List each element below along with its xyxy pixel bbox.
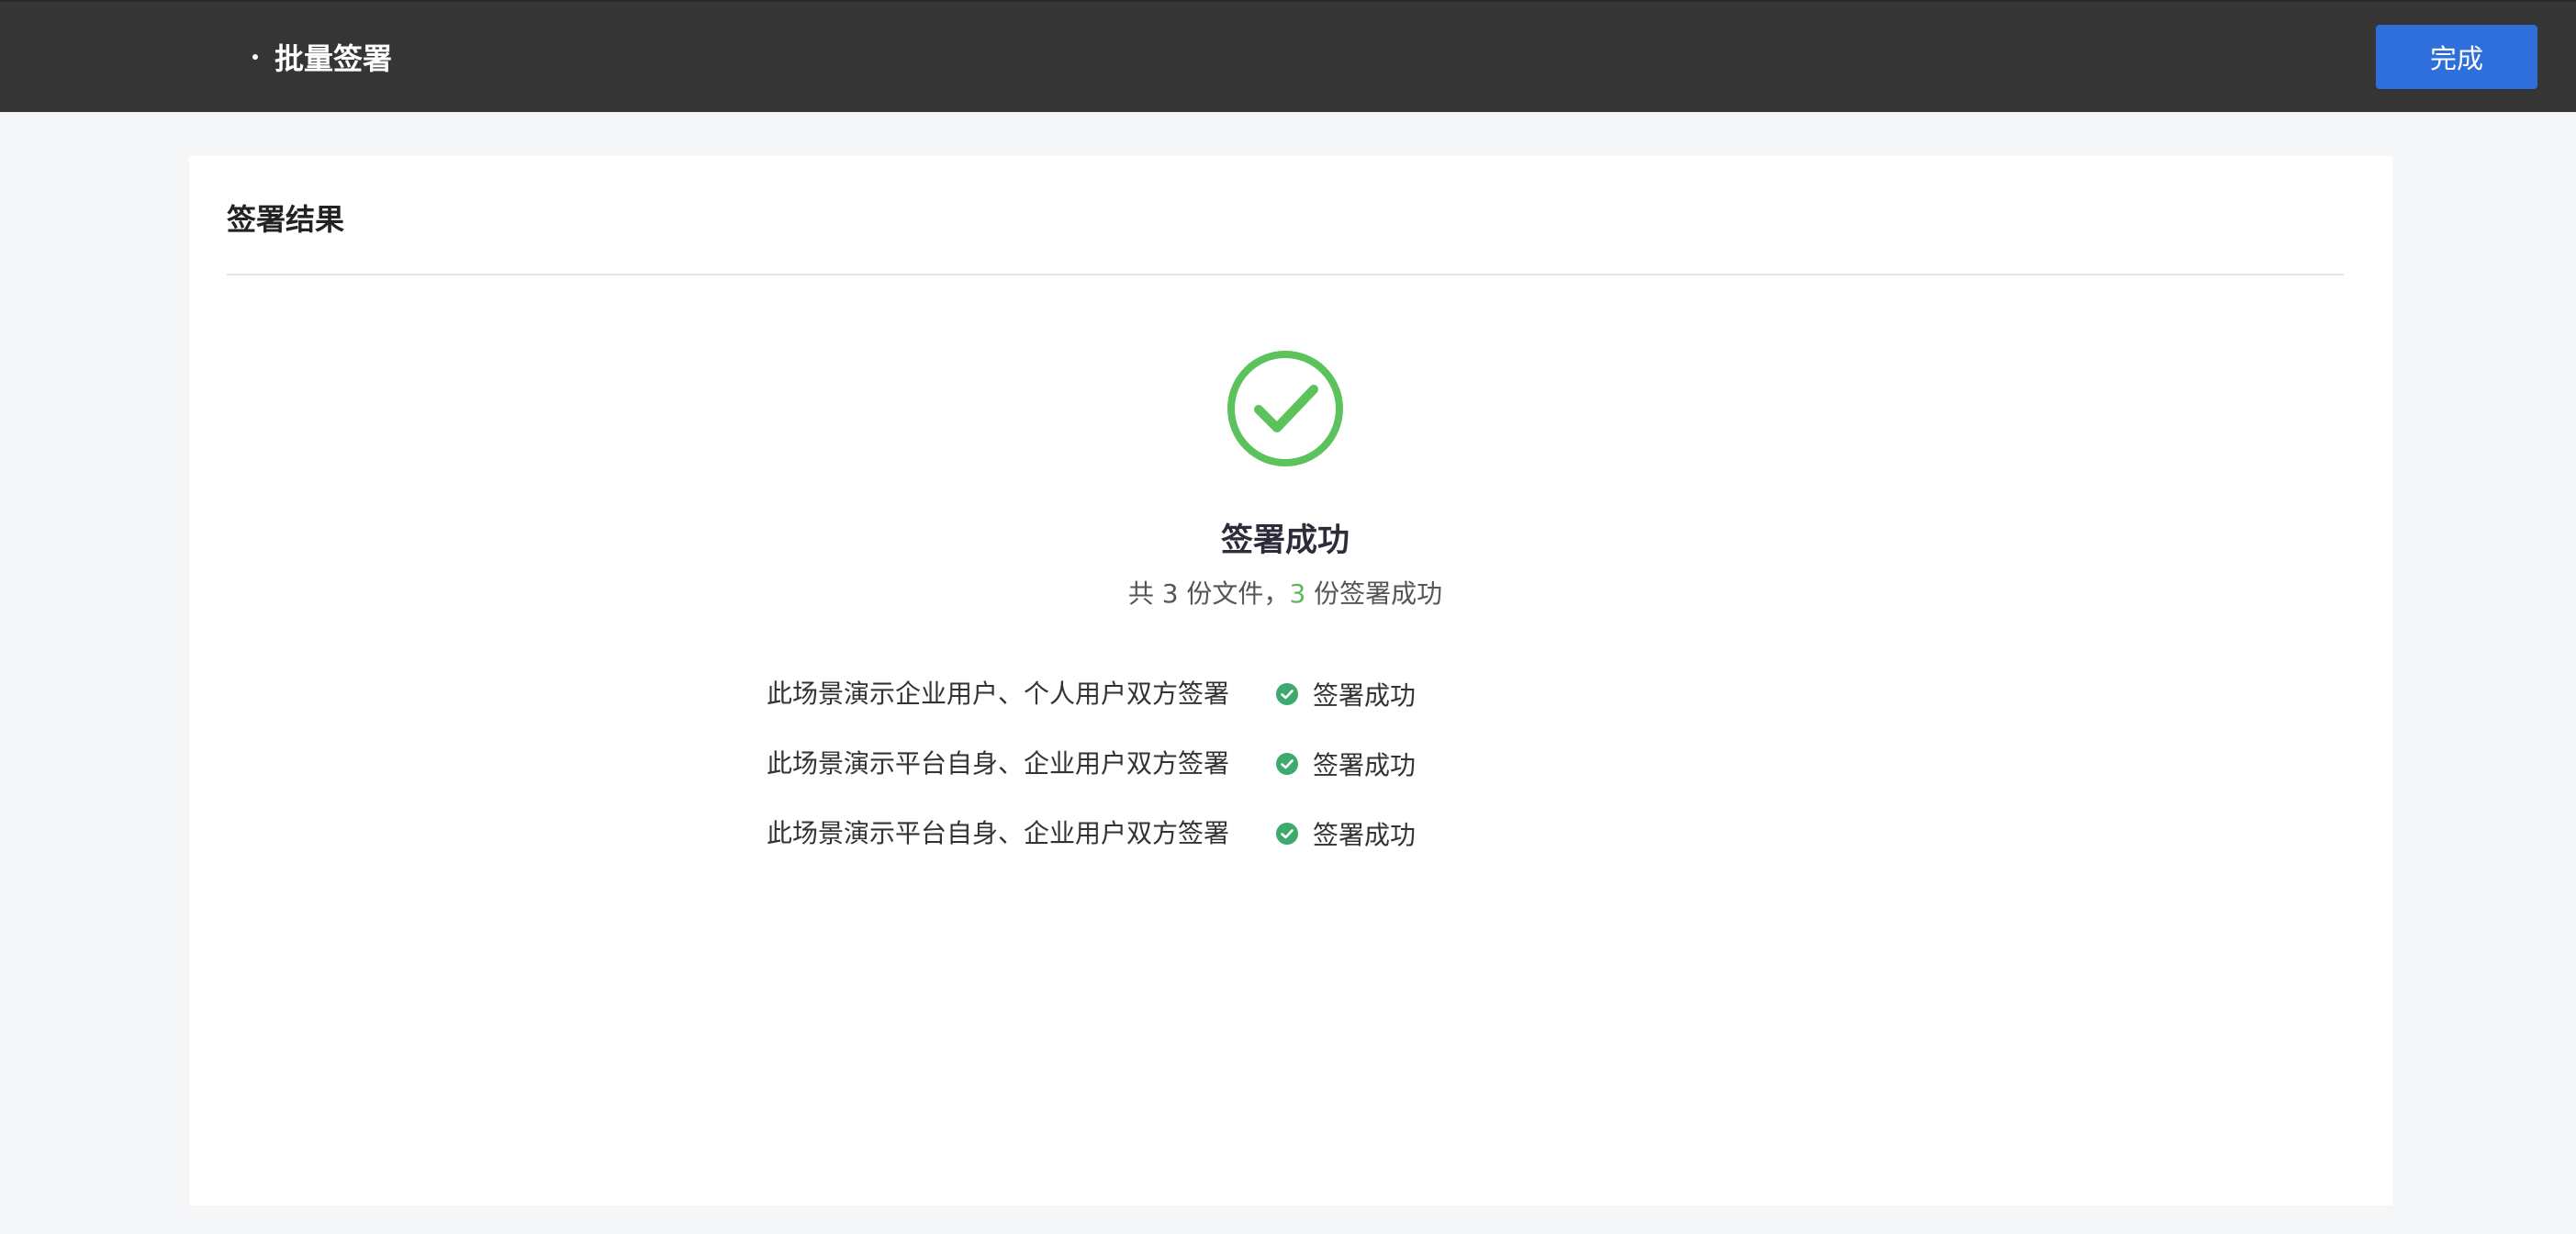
result-title: 签署成功 (1220, 522, 1350, 559)
list-item: 此场景演示平台自身、企业用户双方签署 签署成功 (762, 729, 1955, 799)
list-item: 此场景演示企业用户、个人用户双方签署 签署成功 (762, 659, 1955, 729)
success-count: 3 (1289, 578, 1306, 609)
file-name: 此场景演示企业用户、个人用户双方签署 (767, 679, 1230, 709)
list-item: 此场景演示平台自身、企业用户双方签署 签署成功 (762, 799, 1955, 869)
file-status: 签署成功 (1276, 729, 1416, 799)
page-title: 批量签署 (252, 2, 392, 112)
file-status-label: 签署成功 (1313, 820, 1417, 850)
file-status: 签署成功 (1276, 659, 1416, 729)
file-list: 此场景演示企业用户、个人用户双方签署 签署成功 此场景演示平台自身、企业用户双方… (762, 659, 1955, 869)
summary-prefix: 共 3 份文件， (1127, 578, 1290, 609)
check-circle-icon (1276, 683, 1298, 705)
success-check-icon (1227, 351, 1343, 466)
result-summary: 共 3 份文件，3 份签署成功 (189, 574, 2381, 611)
check-circle-icon (1276, 823, 1298, 845)
title-dot (252, 54, 258, 60)
top-bar: 批量签署 完成 (0, 0, 2576, 112)
file-name: 此场景演示平台自身、企业用户双方签署 (767, 818, 1230, 848)
page-title-text: 批量签署 (274, 41, 393, 76)
file-name: 此场景演示平台自身、企业用户双方签署 (767, 748, 1230, 779)
file-status: 签署成功 (1276, 799, 1416, 869)
file-status-label: 签署成功 (1313, 750, 1417, 780)
check-circle-icon (1276, 753, 1298, 775)
card-title: 签署结果 (227, 202, 345, 237)
result-card: 签署结果 签署成功 共 3 份文件，3 份签署成功 此场景演示企业用户、个人用户… (189, 156, 2392, 1206)
done-button[interactable]: 完成 (2376, 25, 2537, 89)
file-status-label: 签署成功 (1313, 680, 1417, 711)
divider (227, 274, 2344, 275)
summary-suffix: 份签署成功 (1305, 578, 1443, 609)
